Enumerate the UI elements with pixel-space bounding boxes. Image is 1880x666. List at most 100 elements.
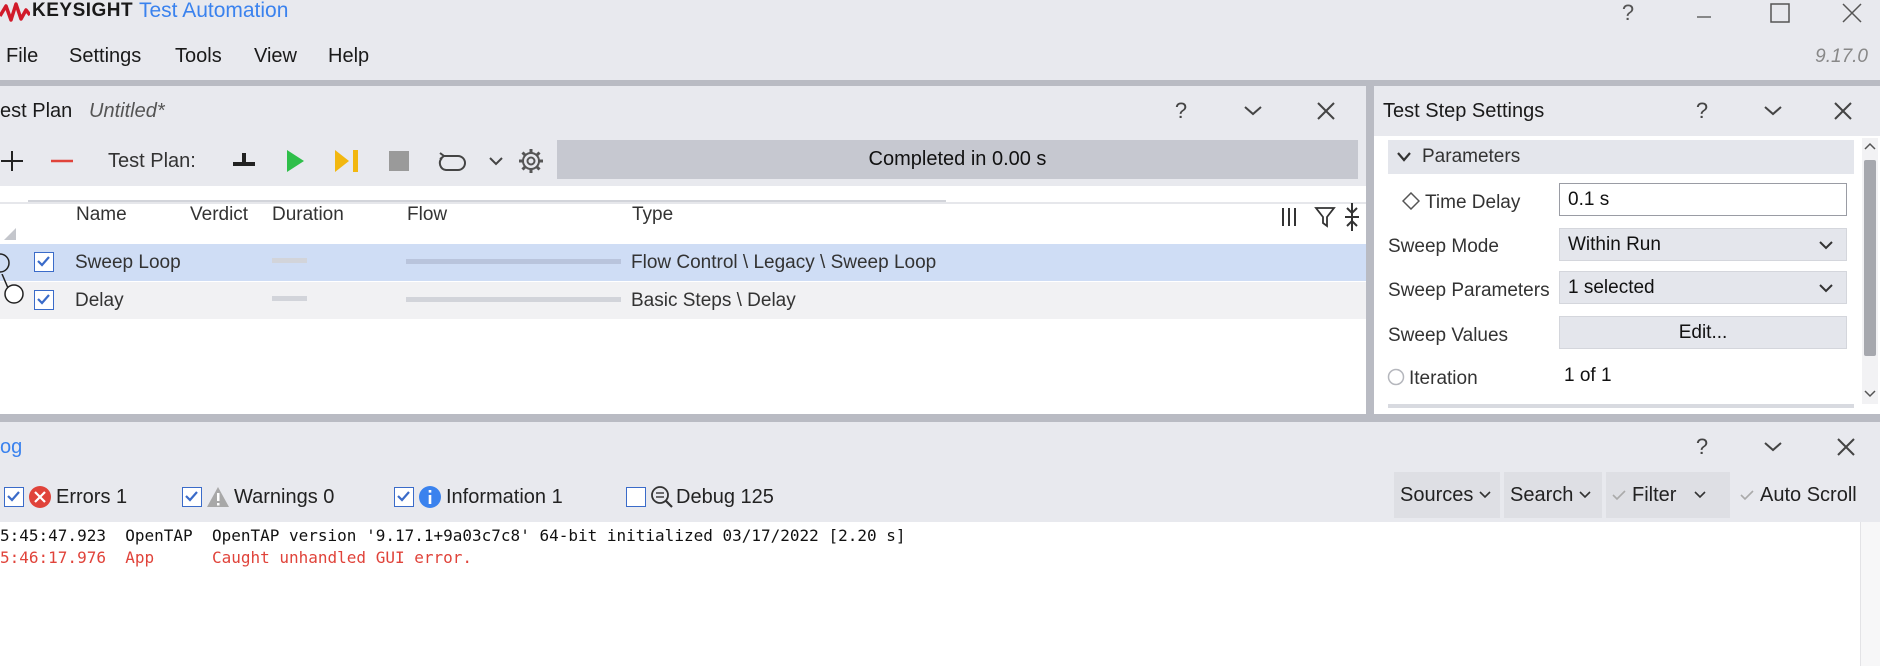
- help-icon[interactable]: ?: [1606, 0, 1650, 26]
- warning-icon: [207, 487, 229, 507]
- step-enabled-checkbox[interactable]: [34, 252, 54, 272]
- auto-scroll-button[interactable]: Auto Scroll: [1734, 472, 1880, 518]
- search-button[interactable]: Search: [1504, 472, 1602, 518]
- collapse-icon[interactable]: [1343, 202, 1361, 232]
- menu-tools[interactable]: Tools: [175, 44, 222, 80]
- error-icon: [29, 486, 51, 508]
- step-settings-title: Test Step Settings: [1383, 100, 1545, 122]
- column-type[interactable]: Type: [632, 204, 673, 226]
- vertical-splitter[interactable]: [1366, 86, 1374, 414]
- repeat-dropdown-chevron-icon[interactable]: [486, 136, 506, 186]
- chevron-down-icon: [1479, 491, 1491, 499]
- test-plan-toolbar-label: Test Plan:: [108, 149, 196, 172]
- step-settings-header: Test Step Settings ?: [1374, 86, 1880, 136]
- filter-icon[interactable]: [1314, 206, 1336, 228]
- help-icon[interactable]: ?: [1166, 98, 1196, 124]
- time-delay-input[interactable]: 0.1 s: [1559, 183, 1847, 216]
- expander-icon[interactable]: [0, 253, 16, 273]
- settings-scrollbar[interactable]: [1862, 138, 1878, 404]
- group-footer: [1388, 404, 1854, 408]
- add-step-icon[interactable]: [0, 136, 24, 186]
- iteration-value: 1 of 1: [1564, 365, 1612, 386]
- tree-connector: [1, 274, 24, 304]
- checkmark-icon: [1740, 490, 1754, 501]
- sources-button[interactable]: Sources: [1394, 472, 1500, 518]
- version-label: 9.17.0: [1815, 46, 1868, 67]
- help-icon[interactable]: ?: [1687, 434, 1717, 460]
- errors-filter[interactable]: Errors 1: [4, 477, 127, 517]
- information-filter[interactable]: Information 1: [394, 477, 563, 517]
- warnings-checkbox[interactable]: [182, 487, 202, 507]
- parameters-group-header[interactable]: Parameters: [1388, 140, 1854, 174]
- scrollbar-thumb[interactable]: [1864, 160, 1876, 356]
- horizontal-splitter[interactable]: [0, 414, 1880, 422]
- filter-button[interactable]: Filter: [1606, 472, 1730, 518]
- menu-file[interactable]: File: [6, 44, 38, 80]
- run-icon[interactable]: [282, 136, 308, 186]
- column-chooser-icon[interactable]: [1280, 206, 1298, 228]
- debug-filter[interactable]: Debug 125: [626, 477, 774, 517]
- chevron-down-icon[interactable]: [1396, 151, 1412, 163]
- chevron-down-icon: [1819, 284, 1833, 293]
- column-duration[interactable]: Duration: [272, 204, 344, 226]
- flow-bar: [406, 297, 621, 302]
- step-over-icon[interactable]: [334, 136, 362, 186]
- chevron-down-icon[interactable]: [1238, 98, 1268, 124]
- stop-icon[interactable]: [386, 136, 412, 186]
- scroll-up-icon[interactable]: [1864, 142, 1876, 150]
- table-row[interactable]: Sweep Loop Flow Control \ Legacy \ Sweep…: [0, 244, 1366, 281]
- chevron-down-icon[interactable]: [1758, 434, 1788, 460]
- info-icon: [419, 486, 441, 508]
- minimize-button[interactable]: [1682, 0, 1726, 26]
- sweep-values-edit-button[interactable]: Edit...: [1559, 316, 1847, 349]
- sweep-parameters-select[interactable]: 1 selected: [1559, 271, 1847, 304]
- iteration-label: Iteration: [1409, 368, 1478, 389]
- close-icon[interactable]: [1311, 98, 1341, 124]
- gear-icon[interactable]: [516, 136, 546, 186]
- column-verdict[interactable]: Verdict: [190, 204, 248, 226]
- header-underline: [0, 202, 1366, 204]
- filter-label: Filter: [1632, 483, 1677, 506]
- expand-all-icon[interactable]: [2, 226, 18, 242]
- errors-checkbox[interactable]: [4, 487, 24, 507]
- flow-bar: [406, 259, 621, 264]
- chevron-down-icon[interactable]: [1758, 98, 1788, 124]
- warnings-label: Warnings 0: [234, 485, 335, 508]
- step-type: Flow Control \ Legacy \ Sweep Loop: [631, 252, 937, 273]
- remove-step-icon[interactable]: [48, 136, 76, 186]
- test-plan-header: est Plan Untitled* ?: [0, 86, 1366, 136]
- scroll-down-icon[interactable]: [1864, 390, 1876, 398]
- column-name[interactable]: Name: [76, 204, 127, 226]
- menu-view[interactable]: View: [254, 44, 297, 80]
- breakpoint-icon[interactable]: [230, 136, 258, 186]
- information-checkbox[interactable]: [394, 487, 414, 507]
- log-output[interactable]: 5:45:47.923 OpenTAP OpenTAP version '9.1…: [0, 522, 1880, 666]
- brand-name: KEYSIGHT: [32, 0, 134, 21]
- sweep-mode-select[interactable]: Within Run: [1559, 228, 1847, 261]
- column-flow[interactable]: Flow: [407, 204, 447, 226]
- step-name: Sweep Loop: [75, 252, 181, 273]
- keysight-logo-icon: [0, 2, 30, 22]
- repeat-icon[interactable]: [436, 136, 468, 186]
- warnings-filter[interactable]: Warnings 0: [182, 477, 334, 517]
- iteration-indicator-icon: [1387, 368, 1405, 386]
- table-row[interactable]: Delay Basic Steps \ Delay: [0, 274, 1366, 319]
- log-scrollbar[interactable]: [1860, 522, 1880, 666]
- menu-bar: File Settings Tools View Help: [0, 44, 1880, 80]
- plan-file-name: Untitled*: [89, 100, 165, 122]
- maximize-button[interactable]: [1758, 0, 1802, 26]
- step-enabled-checkbox[interactable]: [34, 290, 54, 310]
- close-icon[interactable]: [1828, 98, 1858, 124]
- debug-magnifier-icon: [651, 486, 673, 508]
- help-icon[interactable]: ?: [1687, 98, 1717, 124]
- errors-label: Errors 1: [56, 485, 128, 508]
- menu-settings[interactable]: Settings: [69, 44, 141, 80]
- debug-label: Debug 125: [676, 485, 774, 508]
- menu-help[interactable]: Help: [328, 44, 369, 80]
- close-icon[interactable]: [1831, 434, 1861, 460]
- debug-checkbox[interactable]: [626, 487, 646, 507]
- close-button[interactable]: [1830, 0, 1874, 26]
- log-line: 5:46:17.976 App Caught unhandled GUI err…: [0, 548, 473, 567]
- auto-scroll-label: Auto Scroll: [1760, 483, 1857, 506]
- run-status-bar: Completed in 0.00 s: [557, 140, 1358, 179]
